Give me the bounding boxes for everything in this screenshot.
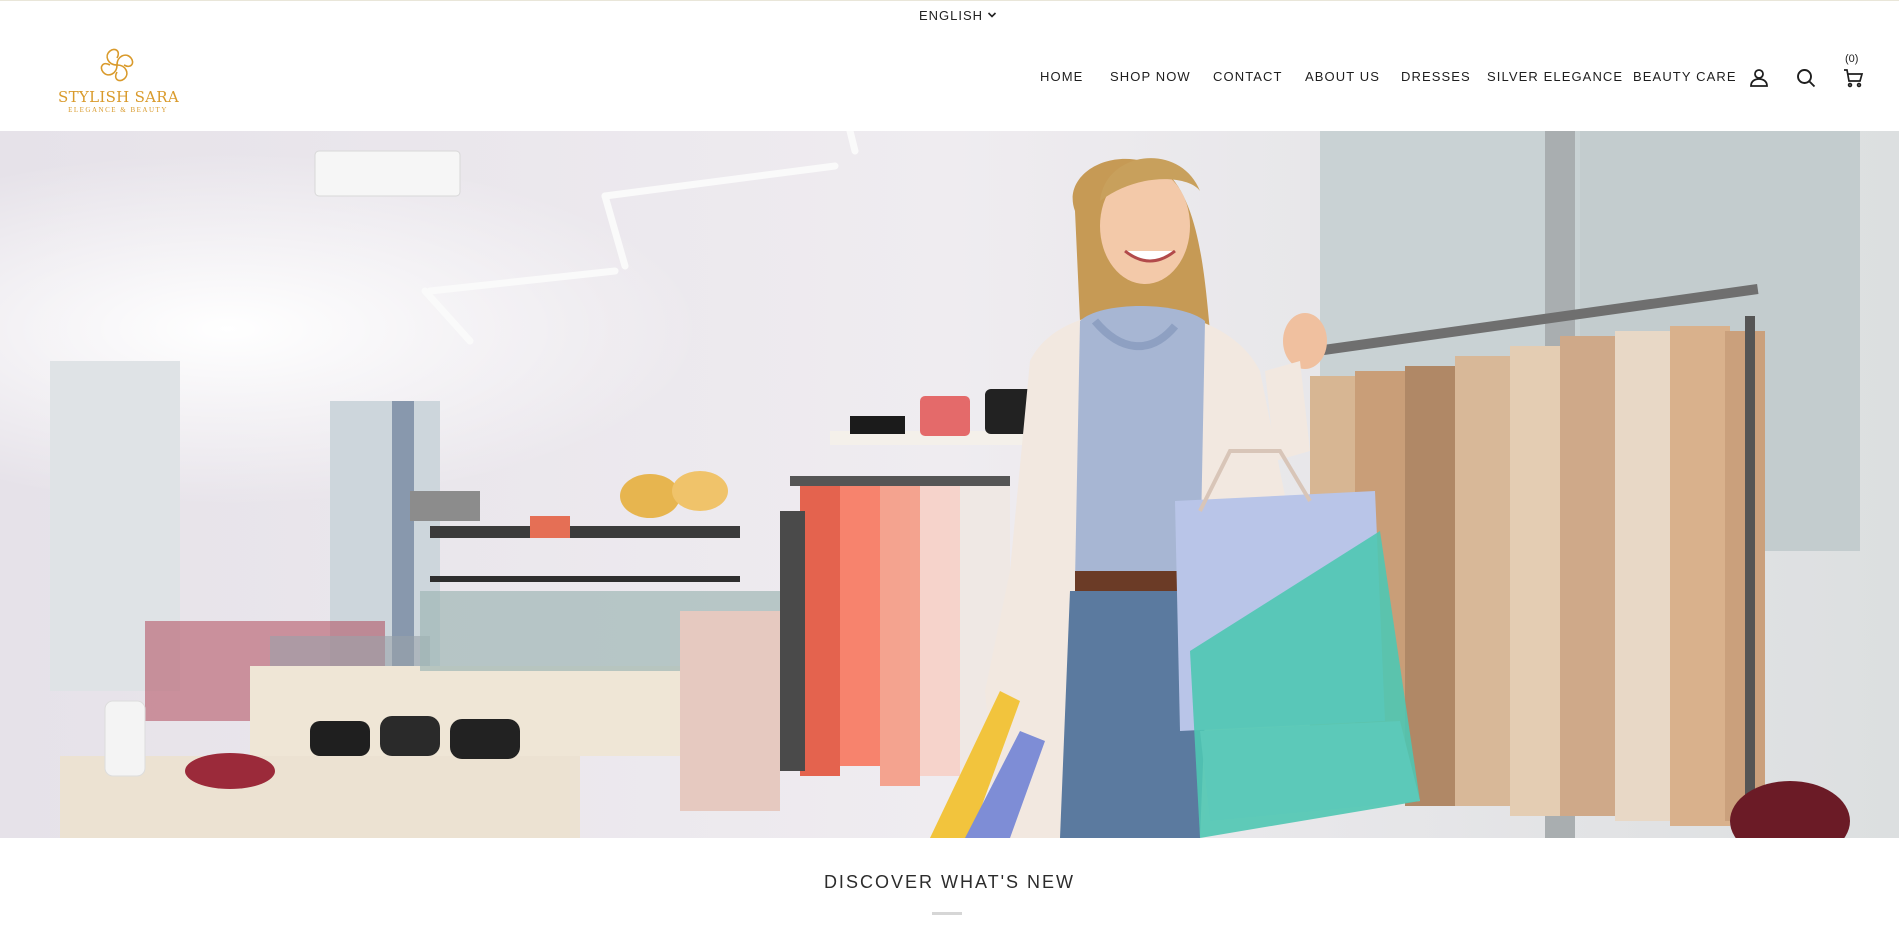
section-title: DISCOVER WHAT'S NEW <box>823 872 1076 892</box>
cart-count-badge[interactable]: (0) <box>1845 53 1858 65</box>
hero-banner[interactable] <box>0 131 1899 838</box>
section-divider <box>932 912 962 915</box>
site-header: STYLISH SARA ELEGANCE & BEAUTY HOME SHOP… <box>0 28 1899 131</box>
brand-logo[interactable]: STYLISH SARA ELEGANCE & BEAUTY <box>58 42 180 118</box>
brand-name: STYLISH SARA <box>58 88 180 106</box>
nav-about-us[interactable]: ABOUT US <box>1305 69 1380 84</box>
flower-logo-icon <box>100 48 134 82</box>
language-label: ENGLISH <box>919 7 984 23</box>
cart-icon[interactable] <box>1841 66 1865 90</box>
nav-contact[interactable]: CONTACT <box>1213 69 1283 84</box>
nav-home[interactable]: HOME <box>1040 69 1083 84</box>
nav-shop-now[interactable]: SHOP NOW <box>1110 69 1191 84</box>
nav-beauty-care[interactable]: BEAUTY CARE <box>1633 69 1737 84</box>
account-icon[interactable] <box>1747 66 1771 90</box>
brand-tagline: ELEGANCE & BEAUTY <box>68 106 168 114</box>
chevron-down-icon <box>988 12 997 18</box>
top-bar: ENGLISH <box>0 0 1899 28</box>
nav-dresses[interactable]: DRESSES <box>1401 69 1471 84</box>
language-selector[interactable]: ENGLISH <box>919 6 997 24</box>
search-icon[interactable] <box>1794 66 1818 90</box>
nav-silver-elegance[interactable]: SILVER ELEGANCE <box>1487 69 1623 84</box>
hero-image <box>0 131 1899 838</box>
